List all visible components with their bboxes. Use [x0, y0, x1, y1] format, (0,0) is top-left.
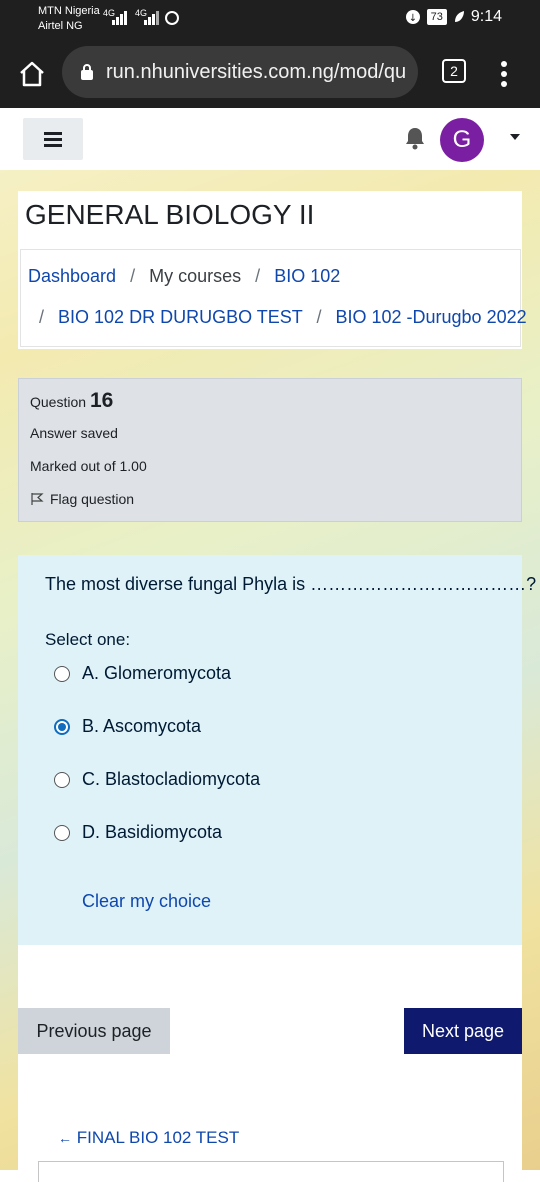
data-saver-icon: ↓: [405, 10, 420, 24]
carrier-2: Airtel NG: [38, 20, 83, 32]
question-number-value: 16: [89, 389, 114, 412]
radio-button[interactable]: [54, 824, 70, 841]
user-menu-caret-icon[interactable]: [510, 134, 520, 140]
tab-switcher-button[interactable]: 2: [442, 59, 466, 83]
answer-option-a[interactable]: A. Glomeromycota: [54, 663, 231, 684]
back-to-quiz-link[interactable]: ← FINAL BIO 102 TEST: [58, 1128, 239, 1148]
answer-option-label[interactable]: A. Glomeromycota: [82, 663, 231, 684]
next-page-button[interactable]: Next page: [404, 1008, 522, 1054]
url-text[interactable]: run.nhuniversities.com.ng/mod/qu: [106, 61, 406, 84]
flag-icon: [31, 493, 44, 505]
drawer-toggle-button[interactable]: [23, 118, 83, 160]
breadcrumb: Dashboard / My courses / BIO 102 / BIO 1…: [20, 249, 527, 347]
svg-text:↓: ↓: [408, 13, 416, 24]
home-icon[interactable]: [18, 60, 46, 88]
breadcrumb-section[interactable]: BIO 102 DR DURUGBO TEST: [58, 307, 302, 327]
breadcrumb-quiz[interactable]: BIO 102 -Durugbo 2022: [335, 307, 526, 327]
question-label: Question: [30, 394, 87, 410]
answer-prompt: Select one:: [45, 630, 131, 649]
breadcrumb-separator: /: [39, 307, 45, 327]
answer-option-label[interactable]: C. Blastocladiomycota: [82, 769, 260, 790]
left-arrow-icon: ←: [58, 1130, 72, 1146]
answer-option-label[interactable]: D. Basidiomycota: [82, 822, 222, 843]
question-grade: Marked out of 1.00: [30, 458, 147, 474]
question-content: The most diverse fungal Phyla is ……………………: [18, 555, 536, 945]
lock-icon[interactable]: [80, 63, 94, 81]
signal-1-icon: [112, 11, 127, 25]
radio-button[interactable]: [54, 665, 70, 682]
breadcrumb-my-courses: My courses: [149, 266, 242, 286]
question-state: Answer saved: [30, 425, 118, 441]
user-avatar[interactable]: G: [440, 118, 484, 162]
jump-to-select[interactable]: [38, 1161, 504, 1182]
hamburger-icon: [44, 132, 62, 147]
breadcrumb-separator: /: [316, 307, 322, 327]
site-navbar: G: [0, 108, 540, 170]
answer-option-c[interactable]: C. Blastocladiomycota: [54, 769, 260, 790]
course-title: GENERAL BIOLOGY II: [25, 199, 315, 230]
address-bar[interactable]: run.nhuniversities.com.ng/mod/qu: [62, 46, 418, 98]
question-number: Question 16: [30, 389, 113, 413]
notifications-bell-icon[interactable]: [404, 126, 426, 150]
answer-option-b[interactable]: B. Ascomycota: [54, 716, 201, 737]
breadcrumb-separator: /: [130, 266, 136, 286]
answer-option-label[interactable]: B. Ascomycota: [82, 716, 201, 737]
radio-button[interactable]: [54, 771, 70, 788]
status-bar: MTN Nigeria Airtel NG 4G 4G ↓ 73 9:14: [0, 0, 540, 40]
previous-page-button[interactable]: Previous page: [18, 1008, 170, 1054]
breadcrumb-dashboard[interactable]: Dashboard: [28, 266, 116, 286]
flag-question-link[interactable]: Flag question: [30, 491, 134, 507]
clock: 9:14: [470, 8, 502, 25]
signal-2-icon: [144, 11, 159, 25]
clear-choice-link[interactable]: Clear my choice: [82, 891, 211, 912]
browser-menu-icon[interactable]: [500, 60, 508, 88]
breadcrumb-separator: /: [255, 266, 261, 286]
battery-level: 73: [426, 9, 447, 25]
carrier-1: MTN Nigeria: [38, 5, 100, 17]
page-header: GENERAL BIOLOGY II Dashboard / My course…: [18, 191, 527, 349]
question-info: Question 16 Answer saved Marked out of 1…: [18, 378, 522, 522]
leaf-icon: [454, 11, 464, 22]
browser-toolbar: run.nhuniversities.com.ng/mod/qu 2: [0, 40, 540, 108]
sync-icon: [165, 11, 179, 25]
question-text: The most diverse fungal Phyla is ……………………: [45, 574, 537, 594]
breadcrumb-course[interactable]: BIO 102: [274, 266, 340, 286]
back-to-quiz-label[interactable]: FINAL BIO 102 TEST: [77, 1128, 240, 1147]
status-right: ↓ 73 9:14: [405, 8, 502, 26]
flag-question-label[interactable]: Flag question: [50, 491, 134, 507]
radio-button-checked[interactable]: [54, 718, 70, 735]
answer-option-d[interactable]: D. Basidiomycota: [54, 822, 222, 843]
